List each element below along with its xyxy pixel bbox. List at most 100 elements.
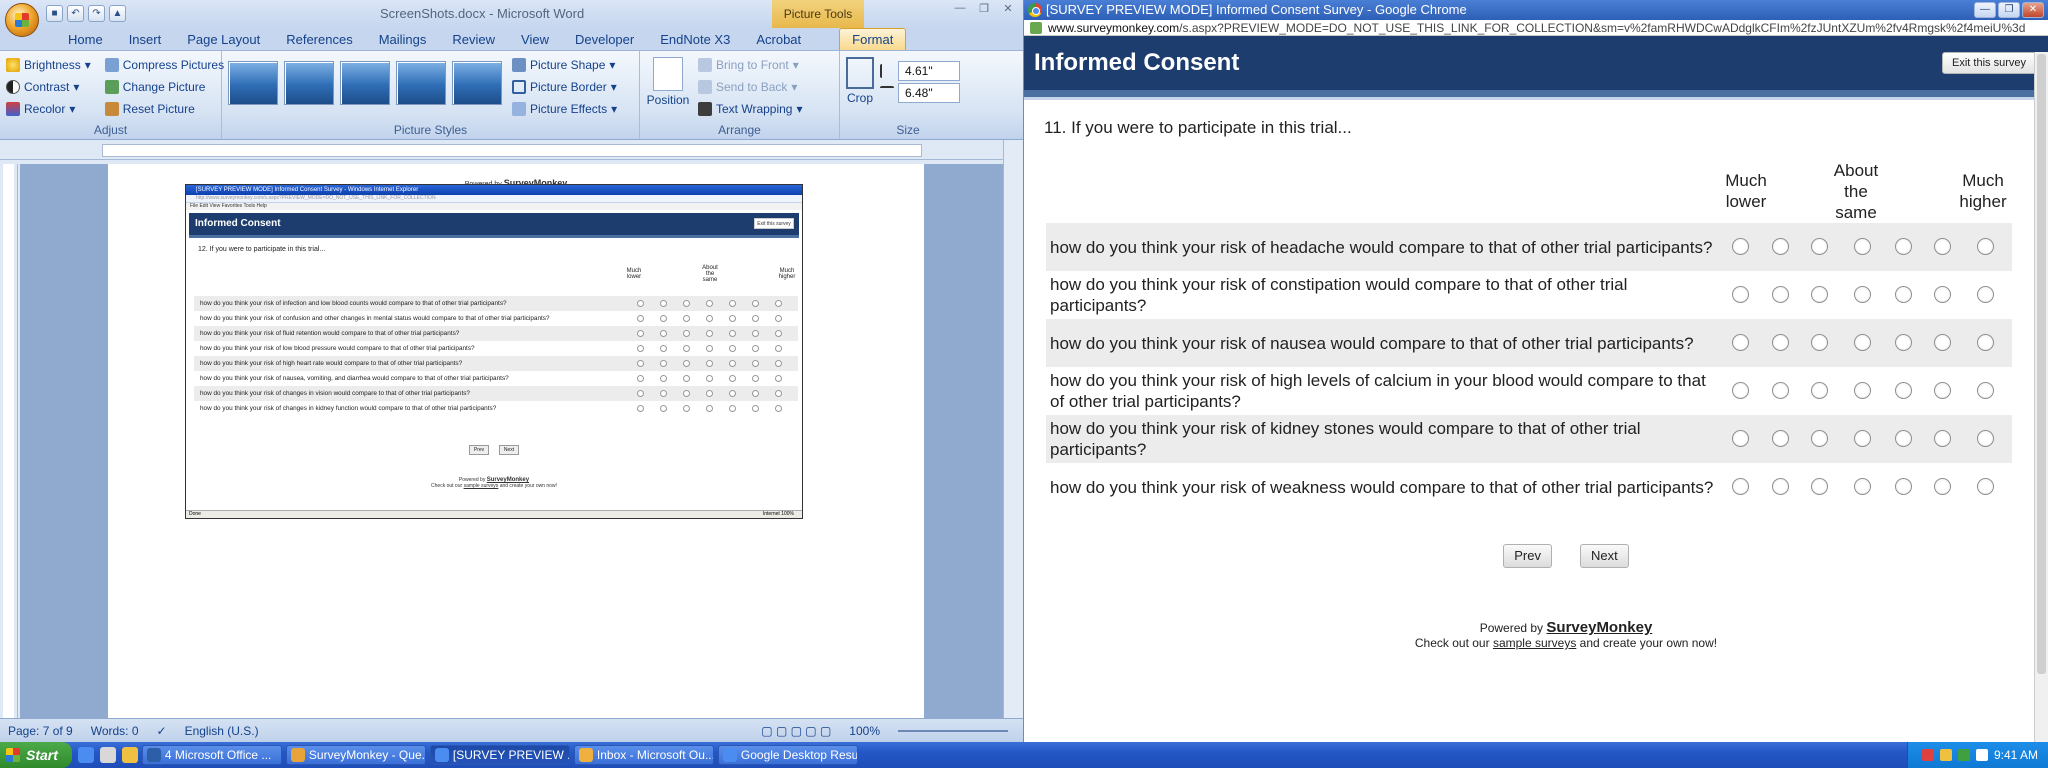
style-thumb[interactable] (452, 61, 502, 105)
text-wrapping-button[interactable]: Text Wrapping ▾ (698, 99, 803, 119)
taskbar-item[interactable]: SurveyMonkey - Que... (285, 745, 426, 765)
rating-radio[interactable] (1977, 334, 1994, 351)
send-to-back-button[interactable]: Send to Back ▾ (698, 77, 803, 97)
rating-radio[interactable] (1732, 334, 1749, 351)
tab-home[interactable]: Home (56, 29, 115, 50)
rating-radio[interactable] (1811, 286, 1828, 303)
recolor-button[interactable]: Recolor ▾ (6, 99, 91, 119)
redo-icon[interactable]: ↷ (88, 5, 105, 22)
rating-radio[interactable] (1811, 430, 1828, 447)
rating-radio[interactable] (1772, 430, 1789, 447)
word-vertical-scrollbar[interactable] (1003, 140, 1023, 718)
rating-radio[interactable] (1732, 286, 1749, 303)
embedded-screenshot[interactable]: [SURVEY PREVIEW MODE] Informed Consent S… (185, 184, 803, 519)
rating-radio[interactable] (1811, 382, 1828, 399)
proofing-icon[interactable]: ✓ (157, 724, 167, 738)
rating-radio[interactable] (1732, 430, 1749, 447)
zoom-slider[interactable] (898, 729, 1008, 732)
rating-radio[interactable] (1934, 478, 1951, 495)
minimize-icon[interactable]: — (949, 2, 971, 18)
style-thumb[interactable] (284, 61, 334, 105)
next-button[interactable]: Next (1580, 544, 1629, 568)
rating-radio[interactable] (1772, 286, 1789, 303)
height-field[interactable]: 4.61" (898, 61, 960, 81)
tray-icon[interactable] (1975, 749, 1988, 761)
rating-radio[interactable] (1934, 238, 1951, 255)
tray-icon[interactable] (1957, 749, 1970, 761)
minimize-icon[interactable]: — (1974, 2, 1996, 18)
rating-radio[interactable] (1772, 382, 1789, 399)
chrome-vertical-scrollbar[interactable] (2034, 52, 2048, 742)
rating-radio[interactable] (1854, 430, 1871, 447)
language[interactable]: English (U.S.) (185, 724, 259, 738)
taskbar-item[interactable]: [SURVEY PREVIEW ... (429, 745, 570, 765)
save-icon[interactable]: ■ (46, 5, 63, 22)
open-folder-icon[interactable]: ▲ (109, 5, 126, 22)
close-icon[interactable]: ✕ (2022, 2, 2044, 18)
rating-radio[interactable] (1732, 238, 1749, 255)
contrast-button[interactable]: Contrast ▾ (6, 77, 91, 97)
sample-surveys-link[interactable]: sample surveys (1493, 636, 1576, 650)
style-thumb[interactable] (228, 61, 278, 105)
page-count[interactable]: Page: 7 of 9 (8, 724, 73, 738)
start-button[interactable]: Start (0, 742, 72, 768)
rating-radio[interactable] (1977, 382, 1994, 399)
rating-radio[interactable] (1811, 478, 1828, 495)
rating-radio[interactable] (1895, 430, 1912, 447)
brightness-button[interactable]: Brightness ▾ (6, 55, 91, 75)
rating-radio[interactable] (1811, 238, 1828, 255)
rating-radio[interactable] (1895, 478, 1912, 495)
desktop-quicklaunch-icon[interactable] (99, 747, 116, 763)
taskbar-item[interactable]: Google Desktop Results (717, 745, 858, 765)
rating-radio[interactable] (1732, 382, 1749, 399)
undo-icon[interactable]: ↶ (67, 5, 84, 22)
zoom-level[interactable]: 100% (849, 724, 880, 738)
taskbar-item[interactable]: Inbox - Microsoft Ou... (573, 745, 714, 765)
rating-radio[interactable] (1977, 430, 1994, 447)
rating-radio[interactable] (1732, 478, 1749, 495)
surveymonkey-link[interactable]: SurveyMonkey (1546, 619, 1652, 636)
rating-radio[interactable] (1772, 478, 1789, 495)
rating-radio[interactable] (1934, 286, 1951, 303)
restore-icon[interactable]: ❐ (973, 2, 995, 18)
rating-radio[interactable] (1811, 334, 1828, 351)
close-icon[interactable]: ✕ (997, 2, 1019, 18)
rating-radio[interactable] (1772, 238, 1789, 255)
rating-radio[interactable] (1934, 382, 1951, 399)
change-picture-button[interactable]: Change Picture (104, 77, 224, 97)
picture-shape-button[interactable]: Picture Shape ▾ (512, 55, 617, 75)
tab-review[interactable]: Review (440, 29, 507, 50)
tab-developer[interactable]: Developer (563, 29, 646, 50)
bring-to-front-button[interactable]: Bring to Front ▾ (698, 55, 803, 75)
rating-radio[interactable] (1895, 334, 1912, 351)
office-button[interactable] (5, 3, 39, 37)
tab-view[interactable]: View (509, 29, 561, 50)
tab-page-layout[interactable]: Page Layout (175, 29, 272, 50)
explorer-quicklaunch-icon[interactable] (121, 747, 138, 763)
crop-button[interactable]: Crop (846, 55, 874, 105)
rating-radio[interactable] (1934, 430, 1951, 447)
rating-radio[interactable] (1977, 478, 1994, 495)
taskbar-item[interactable]: 4 Microsoft Office ... (141, 745, 282, 765)
rating-radio[interactable] (1895, 238, 1912, 255)
picture-effects-button[interactable]: Picture Effects ▾ (512, 99, 617, 119)
rating-radio[interactable] (1854, 478, 1871, 495)
tab-mailings[interactable]: Mailings (367, 29, 439, 50)
rating-radio[interactable] (1895, 382, 1912, 399)
tab-acrobat[interactable]: Acrobat (744, 29, 813, 50)
exit-survey-button[interactable]: Exit this survey (1942, 52, 2036, 74)
style-thumb[interactable] (396, 61, 446, 105)
restore-icon[interactable]: ❐ (1998, 2, 2020, 18)
address-bar[interactable]: www.surveymonkey.com/s.aspx?PREVIEW_MODE… (1024, 20, 2048, 36)
style-thumb[interactable] (340, 61, 390, 105)
rating-radio[interactable] (1854, 382, 1871, 399)
position-button[interactable]: Position (646, 55, 690, 121)
tab-format[interactable]: Format (839, 28, 907, 50)
view-buttons[interactable]: ▢ ▢ ▢ ▢ ▢ (761, 724, 831, 738)
tab-references[interactable]: References (274, 29, 364, 50)
rating-radio[interactable] (1895, 286, 1912, 303)
chrome-quicklaunch-icon[interactable] (77, 747, 94, 763)
rating-radio[interactable] (1934, 334, 1951, 351)
compress-pictures-button[interactable]: Compress Pictures (104, 55, 224, 75)
width-field[interactable]: 6.48" (898, 83, 960, 103)
